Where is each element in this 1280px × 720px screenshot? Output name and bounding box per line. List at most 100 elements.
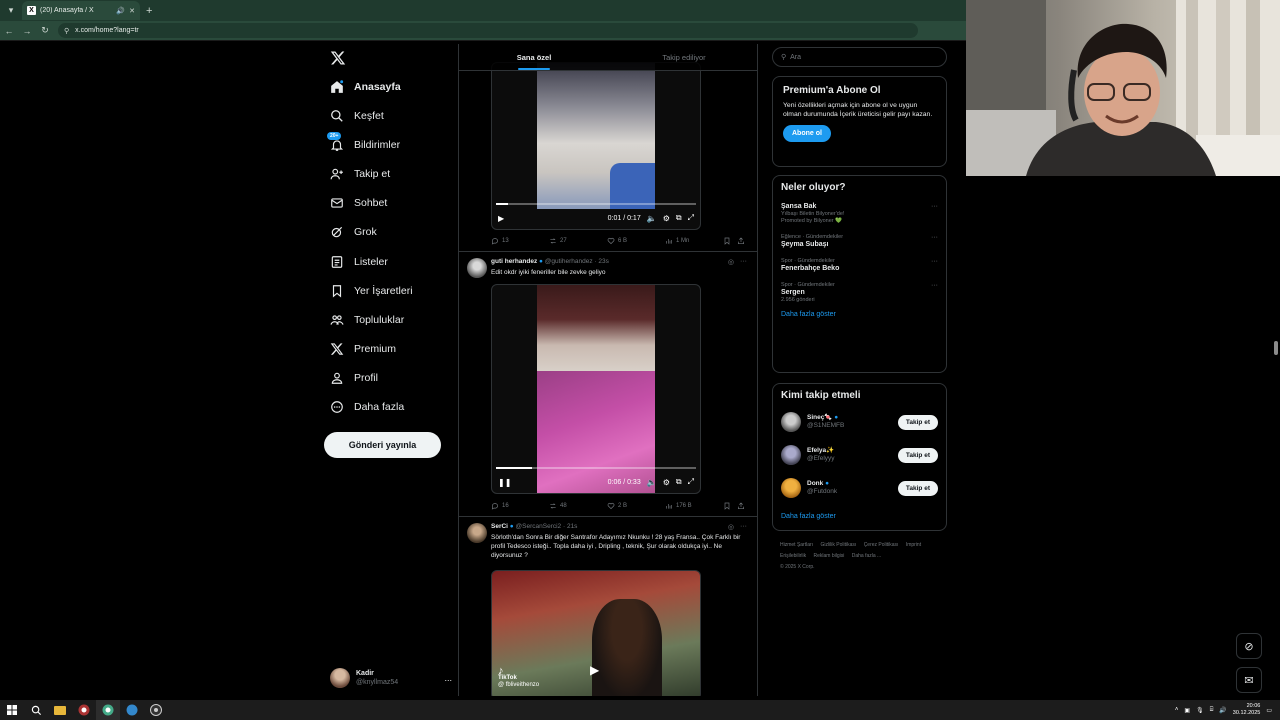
share-icon[interactable] [737,237,747,245]
trend-more-icon[interactable]: ··· [931,282,938,289]
trend-item[interactable]: Eğlence · Gündemdekiler Şeyma Subaşı ··· [781,234,938,248]
speaker-icon[interactable]: 🔊 [116,7,125,15]
browser-active-icon[interactable] [96,700,120,720]
start-icon[interactable] [0,700,24,720]
post2-repost[interactable]: 48 [549,502,607,510]
subscribe-button[interactable]: Abone ol [783,125,831,142]
nav-item-more[interactable]: Daha fazla [330,396,404,418]
post1-like[interactable]: 6 B [607,237,665,245]
speaker-icon[interactable]: 🔊 [1219,707,1226,714]
tray-chevron-icon[interactable]: ˄ [1175,707,1179,713]
nav-item-grok[interactable]: Grok [330,221,377,243]
back-icon[interactable]: ← [0,26,18,36]
trends-show-more-link[interactable]: Daha fazla göster [781,311,938,318]
footer-link[interactable]: Daha fazla ... [852,553,881,559]
page-scrollbar[interactable] [1272,176,1280,700]
app-icon[interactable] [120,700,144,720]
settings-icon[interactable]: ⚙ [663,214,670,223]
tab-for-you[interactable]: Sana özel [459,44,609,70]
footer-link[interactable]: Imprint [906,542,921,548]
close-tab-icon[interactable]: ✕ [129,7,135,15]
suggested-user[interactable]: Donk ● @Futdonk Takip et [781,473,938,503]
trend-more-icon[interactable]: ··· [931,203,938,210]
follow-show-more-link[interactable]: Daha fazla göster [781,513,938,520]
trend-more-icon[interactable]: ··· [931,258,938,265]
suggested-user[interactable]: Efelya✨ @Efelyyy Takip et [781,440,938,470]
grok-float-icon[interactable]: ⊘ [1236,633,1262,659]
nav-item-chat[interactable]: Sohbet [330,192,387,214]
file-explorer-icon[interactable] [48,700,72,720]
reload-icon[interactable]: ↻ [36,25,54,36]
footer-link[interactable]: Gizlilik Politikası [820,542,856,548]
post2-video[interactable]: ❚❚ 0:06 / 0:33 🔈 ⚙ ⧉ ⤢ [491,284,701,494]
post3-handle[interactable]: @SercanSerci2 [516,523,562,530]
post1-reply[interactable]: 13 [491,237,549,245]
new-tab-icon[interactable]: + [146,5,152,17]
suggested-user[interactable]: Sineç🍬 ● @S1NEMFB Takip et [781,407,938,437]
footer-link[interactable]: Erişilebilirlik [780,553,806,559]
search-input[interactable]: ⚲ Ara [772,47,947,67]
post3-video[interactable]: ♪ TikTok @ fbliveithenzo ▶ [491,570,701,696]
post2-author-name[interactable]: guti herhandez [491,258,537,265]
post1-views[interactable]: 1 Mn [665,237,723,245]
forward-icon[interactable]: → [18,26,36,36]
nav-item-home[interactable]: Anasayfa [330,76,401,98]
post-more-icon[interactable]: ··· [740,258,747,266]
url-field[interactable]: ⚲ x.com/home?lang=tr [58,23,918,38]
tray-app-icon[interactable]: ▣ [1184,707,1190,714]
share-icon[interactable] [737,502,747,510]
trend-item[interactable]: Spor · Gündemdekiler Sergen 2.956 gönder… [781,282,938,303]
follow-button[interactable]: Takip et [897,414,938,430]
avatar[interactable] [467,523,487,543]
nav-item-follow[interactable]: Takip et [330,163,390,185]
nav-item-profile[interactable]: Profil [330,367,378,389]
network-icon[interactable]: ⌸ [1210,707,1214,714]
nav-item-premium[interactable]: Premium [330,338,396,360]
avatar[interactable] [467,258,487,278]
bookmark-icon[interactable] [723,502,737,510]
nav-item-bookmarks[interactable]: Yer İşaretleri [330,280,413,302]
fullscreen-icon[interactable]: ⤢ [688,477,694,487]
settings-icon[interactable]: ⚙ [663,478,670,487]
scroll-thumb[interactable] [1274,341,1278,355]
clock[interactable]: 20:06 30.12.2025 [1233,703,1261,717]
trend-item[interactable]: Şansa Bak Yılbaşı Biletin Bilyoner'de! P… [781,203,938,224]
volume-icon[interactable]: 🔈 [647,214,657,223]
post3-author-name[interactable]: SerCi [491,523,508,530]
pause-icon[interactable]: ❚❚ [498,478,511,487]
trend-more-icon[interactable]: ··· [931,234,938,241]
play-icon[interactable]: ▶ [498,214,504,223]
follow-button[interactable]: Takip et [897,447,938,463]
microphone-icon[interactable]: 🎙 [1196,707,1204,714]
footer-link[interactable]: Çerez Politikası [864,542,899,548]
messages-float-icon[interactable]: ✉ [1236,667,1262,693]
tab-following[interactable]: Takip ediliyor [609,44,757,70]
footer-link[interactable]: Hizmet Şartları [780,542,813,548]
nav-item-communities[interactable]: Topluluklar [330,309,404,331]
tab-list-chevron-icon[interactable]: ▾ [2,2,20,20]
notifications-icon[interactable]: ▭ [1266,707,1272,714]
search-icon[interactable] [24,700,48,720]
post2-handle[interactable]: @gutiherhandez [545,258,593,265]
site-info-icon[interactable]: ⚲ [64,27,69,35]
footer-link[interactable]: Reklam bilgisi [814,553,845,559]
nav-item-explore[interactable]: Keşfet [330,105,384,127]
post2-views[interactable]: 176 B [665,502,723,510]
post-more-icon[interactable]: ··· [740,523,747,531]
grok-explain-icon[interactable]: ◎ [728,258,734,266]
post1-video[interactable]: ▶ 0:01 / 0:17 🔈 ⚙ ⧉ ⤢ [491,62,701,230]
pip-icon[interactable]: ⧉ [676,213,682,223]
post1-progress-bar[interactable] [496,203,696,205]
x-logo-icon[interactable] [330,50,346,66]
post1-repost[interactable]: 27 [549,237,607,245]
nav-item-lists[interactable]: Listeler [330,251,388,273]
fullscreen-icon[interactable]: ⤢ [688,213,694,223]
account-switcher[interactable]: Kadir @knyllmaz54 ... [330,666,452,690]
play-icon[interactable]: ▶ [590,663,606,679]
nav-item-notifications[interactable]: 20+ Bildirimler [327,132,400,156]
follow-button[interactable]: Takip et [897,480,938,496]
pip-icon[interactable]: ⧉ [676,477,682,487]
bookmark-icon[interactable] [723,237,737,245]
account-more-icon[interactable]: ... [444,673,452,683]
post-button[interactable]: Gönderi yayınla [324,432,441,458]
